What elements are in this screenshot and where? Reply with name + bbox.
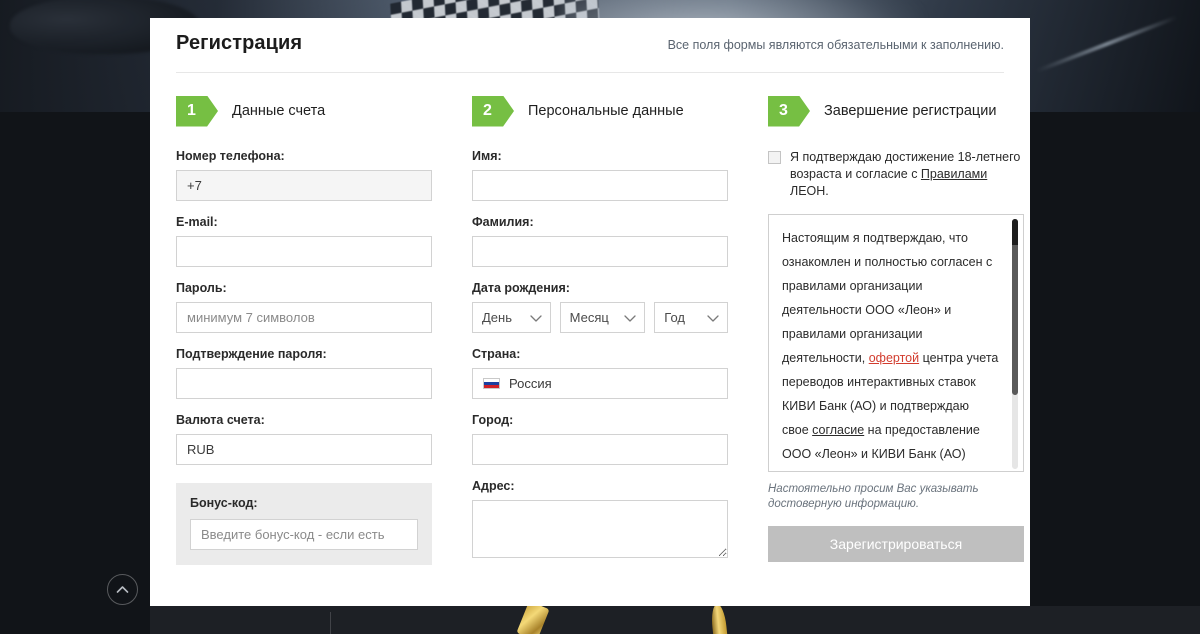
firstname-input[interactable] [472, 170, 728, 201]
column-finish-registration: 3 Завершение регистрации Я подтверждаю д… [768, 95, 1024, 577]
label-email: E-mail: [176, 215, 218, 229]
chevron-up-icon [116, 586, 129, 593]
label-country: Страна: [472, 347, 521, 361]
field-currency: Валюта счета: [176, 413, 432, 465]
birth-month-value: Месяц [569, 310, 609, 325]
field-email: E-mail: [176, 215, 432, 267]
label-birthdate: Дата рождения: [472, 281, 570, 295]
step-header-3: 3 Завершение регистрации [768, 95, 1024, 127]
password-input[interactable] [176, 302, 432, 333]
city-input[interactable] [472, 434, 728, 465]
label-firstname: Имя: [472, 149, 502, 163]
form-columns: 1 Данные счета Номер телефона: E-mail: П… [176, 73, 1024, 577]
step-label-1: Данные счета [232, 103, 326, 119]
step-header-2: 2 Персональные данные [472, 95, 728, 127]
label-phone: Номер телефона: [176, 149, 285, 163]
step-number-badge-3: 3 [768, 95, 810, 127]
terms-paragraph-1: Настоящим я подтверждаю, что ознакомлен … [782, 226, 999, 471]
label-password-confirm: Подтверждение пароля: [176, 347, 327, 361]
page-root: Регистрация Все поля формы являются обяз… [0, 0, 1200, 634]
flag-russia-icon [483, 378, 500, 389]
background-streak [1036, 15, 1178, 73]
scroll-to-top-button[interactable] [107, 574, 138, 605]
field-firstname: Имя: [472, 149, 728, 201]
terms-scrollbar[interactable] [1012, 219, 1018, 469]
registration-card: Регистрация Все поля формы являются обяз… [150, 18, 1030, 606]
birthdate-selects: День Месяц Год [472, 302, 728, 333]
terms-scrollbar-thumb-top[interactable] [1012, 219, 1018, 245]
terms-scrollbar-thumb[interactable] [1012, 219, 1018, 395]
column-account-data: 1 Данные счета Номер телефона: E-mail: П… [176, 95, 432, 577]
label-city: Город: [472, 413, 514, 427]
rules-link[interactable]: Правилами [921, 167, 987, 181]
field-city: Город: [472, 413, 728, 465]
birth-year-select[interactable]: Год [654, 302, 728, 333]
field-password: Пароль: [176, 281, 432, 333]
oferta-link[interactable]: офертой [869, 351, 919, 365]
field-phone: Номер телефона: [176, 149, 432, 201]
step-number-badge-2: 2 [472, 95, 514, 127]
phone-input[interactable] [176, 170, 432, 201]
age-agreement-row: Я подтверждаю достижение 18-летнего возр… [768, 149, 1024, 200]
bonus-code-input[interactable] [190, 519, 418, 550]
bonus-code-panel: Бонус-код: [176, 483, 432, 565]
chevron-down-icon [530, 314, 542, 322]
label-bonus-code: Бонус-код: [190, 496, 258, 510]
field-password-confirm: Подтверждение пароля: [176, 347, 432, 399]
chevron-down-icon [707, 314, 719, 322]
birth-year-value: Год [664, 310, 685, 325]
chevron-down-icon [624, 314, 636, 322]
footer-divider [330, 612, 331, 634]
age-agreement-checkbox[interactable] [768, 151, 781, 164]
field-lastname: Фамилия: [472, 215, 728, 267]
field-birthdate: Дата рождения: День Месяц Год [472, 281, 728, 333]
terms-scroll-box[interactable]: Настоящим я подтверждаю, что ознакомлен … [768, 214, 1024, 472]
label-lastname: Фамилия: [472, 215, 534, 229]
required-fields-note: Все поля формы являются обязательными к … [667, 38, 1004, 52]
step-label-3: Завершение регистрации [824, 103, 997, 119]
card-header: Регистрация Все поля формы являются обяз… [176, 18, 1004, 73]
trust-note: Настоятельно просим Вас указывать достов… [768, 483, 979, 510]
footer-decoration-gold-a [516, 606, 550, 634]
column-personal-data: 2 Персональные данные Имя: Фамилия: Дата… [472, 95, 728, 577]
page-title: Регистрация [176, 32, 303, 54]
age-agreement-text-part2: ЛЕОН. [790, 184, 829, 198]
currency-input[interactable] [176, 434, 432, 465]
soglasie-link[interactable]: согласие [812, 423, 864, 437]
step-label-2: Персональные данные [528, 103, 684, 119]
label-password: Пароль: [176, 281, 227, 295]
label-address: Адрес: [472, 479, 515, 493]
password-confirm-input[interactable] [176, 368, 432, 399]
step-number-badge-1: 1 [176, 95, 218, 127]
address-textarea[interactable] [472, 500, 728, 558]
field-address: Адрес: [472, 479, 728, 563]
field-country: Страна: Россия [472, 347, 728, 399]
country-value: Россия [509, 376, 552, 391]
email-input[interactable] [176, 236, 432, 267]
birth-month-select[interactable]: Месяц [559, 302, 646, 333]
footer-decoration-gold-b [710, 606, 728, 634]
country-select[interactable]: Россия [472, 368, 728, 399]
label-currency: Валюта счета: [176, 413, 265, 427]
lastname-input[interactable] [472, 236, 728, 267]
register-submit-button[interactable]: Зарегистрироваться [768, 526, 1024, 562]
terms-p1-a: Настоящим я подтверждаю, что ознакомлен … [782, 231, 993, 365]
footer-strip [150, 606, 1200, 634]
birth-day-value: День [482, 310, 512, 325]
age-agreement-text: Я подтверждаю достижение 18-летнего возр… [790, 149, 1024, 200]
step-header-1: 1 Данные счета [176, 95, 432, 127]
birth-day-select[interactable]: День [472, 302, 551, 333]
